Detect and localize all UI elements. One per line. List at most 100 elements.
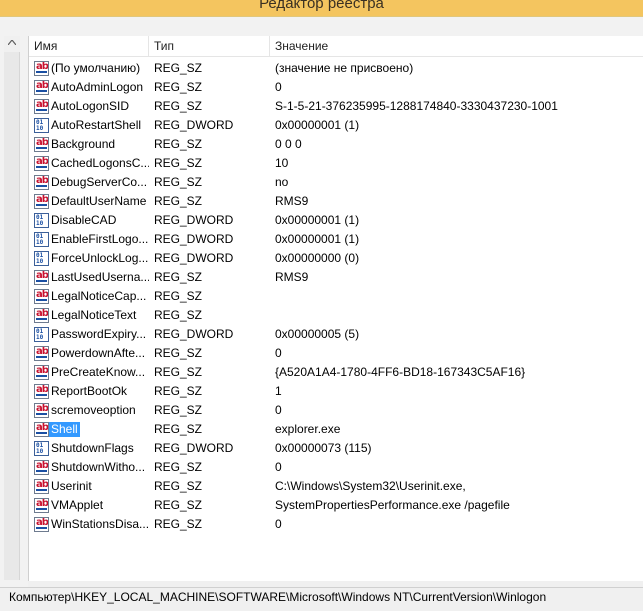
values-list[interactable]: Имя Тип Значение ab (По умолчанию) REG_SZ(… (28, 36, 643, 581)
table-row[interactable]: 01 10 EnableFirstLogo... REG_DWORD 0x000000… (29, 230, 643, 249)
string-value-icon: ab (34, 270, 49, 285)
string-value-icon: ab (34, 365, 49, 380)
column-header-type[interactable]: Тип (149, 36, 269, 57)
value-data: 0x00000001 (1) (275, 213, 360, 227)
value-data: 0x00000001 (1) (275, 232, 360, 246)
table-row[interactable]: ab PreCreateKnow... REG_SZ {A520A1A4-1780-4… (29, 363, 643, 382)
value-name: PreCreateKnow... (51, 365, 146, 379)
value-name: VMApplet (51, 498, 104, 512)
value-name: DisableCAD (51, 213, 117, 227)
table-row[interactable]: ab VMApplet REG_SZ SystemPropertiesPerforma… (29, 496, 643, 515)
value-type: REG_SZ (154, 194, 203, 208)
value-data: explorer.exe (275, 422, 341, 436)
value-data: RMS9 (275, 270, 309, 284)
value-name: PowerdownAfte... (51, 346, 146, 360)
table-row[interactable]: ab AutoLogonSID REG_SZ S-1-5-21-376235995-1… (29, 97, 643, 116)
window-title: Редактор реестра (259, 0, 384, 12)
value-data: 0 (275, 403, 282, 417)
string-value-icon: ab (34, 460, 49, 475)
value-type: REG_SZ (154, 99, 203, 113)
value-data: S-1-5-21-376235995-1288174840-3330437230… (275, 99, 558, 113)
value-data: 0 (275, 346, 282, 360)
table-row[interactable]: ab LegalNoticeText REG_SZ (29, 306, 643, 325)
value-name: DebugServerCo... (51, 175, 148, 189)
value-name: AutoLogonSID (51, 99, 130, 113)
chevron-up-icon (8, 40, 16, 45)
table-row[interactable]: ab Shell REG_SZ explorer.exe (29, 420, 643, 439)
value-data: SystemPropertiesPerformance.exe /pagefil… (275, 498, 510, 512)
value-type: REG_DWORD (154, 441, 234, 455)
string-value-icon: ab (34, 403, 49, 418)
value-data: 10 (275, 156, 289, 170)
scroll-up-button[interactable] (4, 36, 20, 52)
value-name: scremoveoption (51, 403, 136, 417)
table-row[interactable]: ab DebugServerCo... REG_SZ no (29, 173, 643, 192)
value-data: 0 (275, 460, 282, 474)
table-row[interactable]: ab scremoveoption REG_SZ 0 (29, 401, 643, 420)
value-name: ForceUnlockLog... (51, 251, 149, 265)
table-row[interactable]: 01 10 ForceUnlockLog... REG_DWORD 0x0000000… (29, 249, 643, 268)
value-type: REG_SZ (154, 498, 203, 512)
table-row[interactable]: ab Userinit REG_SZ C:\Windows\System32\User… (29, 477, 643, 496)
table-row[interactable]: 01 10 AutoRestartShell REG_DWORD 0x00000001… (29, 116, 643, 135)
value-type: REG_SZ (154, 517, 203, 531)
table-row[interactable]: ab ReportBootOk REG_SZ 1 (29, 382, 643, 401)
string-value-icon: ab (34, 175, 49, 190)
string-value-icon: ab (34, 289, 49, 304)
table-row[interactable]: ab LastUsedUserna... REG_SZ RMS9 (29, 268, 643, 287)
table-row[interactable]: 01 10 PasswordExpiry... REG_DWORD 0x0000000… (29, 325, 643, 344)
table-row[interactable]: ab LegalNoticeCap... REG_SZ (29, 287, 643, 306)
value-type: REG_DWORD (154, 251, 234, 265)
dword-value-icon: 01 10 (34, 232, 49, 247)
table-row[interactable]: 01 10 ShutdownFlags REG_DWORD 0x00000073 (1… (29, 439, 643, 458)
dword-value-icon: 01 10 (34, 327, 49, 342)
value-data: 0 (275, 517, 282, 531)
table-row[interactable]: ab PowerdownAfte... REG_SZ 0 (29, 344, 643, 363)
value-type: REG_SZ (154, 479, 203, 493)
dword-value-icon: 01 10 (34, 251, 49, 266)
value-data: C:\Windows\System32\Userinit.exe, (275, 479, 466, 493)
string-value-icon: ab (34, 517, 49, 532)
value-name: ShutdownWitho... (51, 460, 146, 474)
table-row[interactable]: ab CachedLogonsC... REG_SZ 10 (29, 154, 643, 173)
value-type: REG_SZ (154, 346, 203, 360)
table-row[interactable]: ab AutoAdminLogon REG_SZ 0 (29, 78, 643, 97)
table-row[interactable]: ab (По умолчанию) REG_SZ (значение не присв… (29, 59, 643, 78)
value-type: REG_SZ (154, 156, 203, 170)
value-data: 0 (275, 80, 282, 94)
value-name: (По умолчанию) (51, 61, 141, 75)
value-data: 0x00000073 (115) (275, 441, 372, 455)
table-row[interactable]: ab Background REG_SZ 0 0 0 (29, 135, 643, 154)
value-type: REG_SZ (154, 384, 203, 398)
value-data: 1 (275, 384, 282, 398)
value-type: REG_SZ (154, 308, 203, 322)
tree-vertical-scrollbar[interactable] (4, 36, 20, 580)
string-value-icon: ab (34, 422, 49, 437)
value-type: REG_DWORD (154, 327, 234, 341)
table-row[interactable]: 01 10 DisableCAD REG_DWORD 0x00000001 (1) (29, 211, 643, 230)
value-type: REG_SZ (154, 137, 203, 151)
title-bar[interactable]: Редактор реестра (0, 0, 643, 16)
string-value-icon: ab (34, 308, 49, 323)
value-data: 0x00000000 (0) (275, 251, 360, 265)
value-type: REG_SZ (154, 460, 203, 474)
table-row[interactable]: ab ShutdownWitho... REG_SZ 0 (29, 458, 643, 477)
value-name: LegalNoticeText (51, 308, 137, 322)
value-type: REG_SZ (154, 365, 203, 379)
value-data: RMS9 (275, 194, 309, 208)
value-type: REG_SZ (154, 422, 203, 436)
value-name: ReportBootOk (51, 384, 128, 398)
table-row[interactable]: ab WinStationsDisa... REG_SZ 0 (29, 515, 643, 534)
value-name: EnableFirstLogo... (51, 232, 149, 246)
value-name: AutoRestartShell (51, 118, 142, 132)
string-value-icon: ab (34, 61, 49, 76)
string-value-icon: ab (34, 99, 49, 114)
dword-value-icon: 01 10 (34, 213, 49, 228)
column-header-name[interactable]: Имя (29, 36, 149, 57)
column-header-value[interactable]: Значение (270, 36, 643, 57)
dword-value-icon: 01 10 (34, 441, 49, 456)
string-value-icon: ab (34, 479, 49, 494)
table-row[interactable]: ab DefaultUserName REG_SZ RMS9 (29, 192, 643, 211)
string-value-icon: ab (34, 194, 49, 209)
key-path: Компьютер\HKEY_LOCAL_MACHINE\SOFTWARE\Mi… (9, 590, 547, 604)
